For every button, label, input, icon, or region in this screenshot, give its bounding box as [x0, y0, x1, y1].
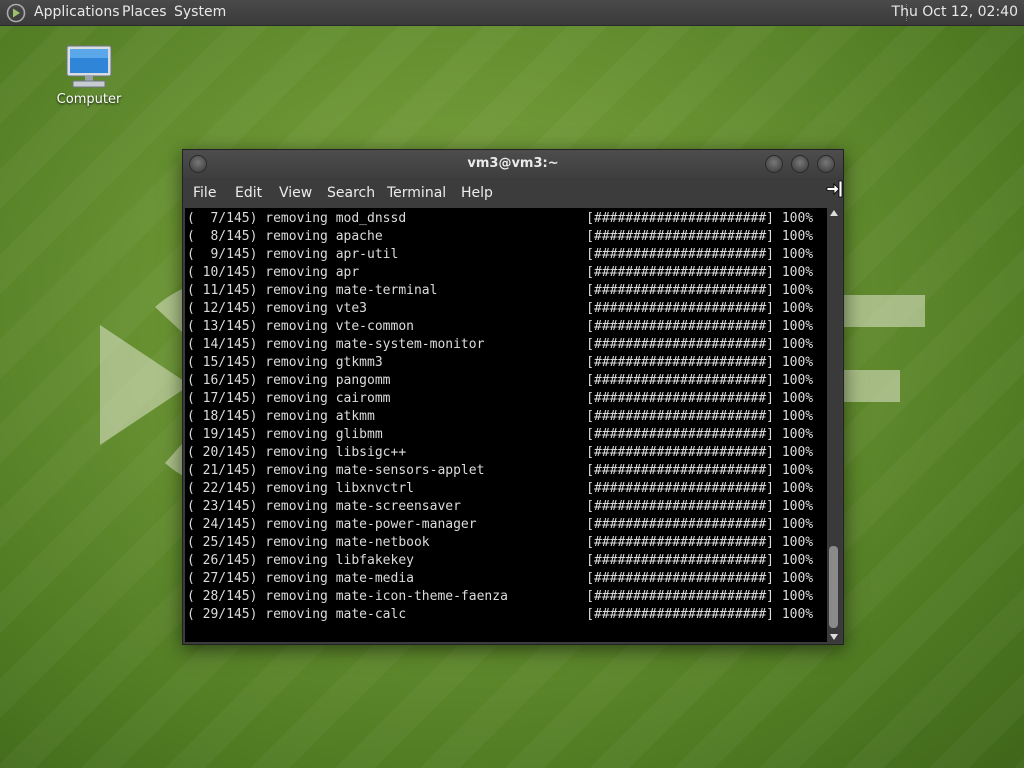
terminal-scrollbar[interactable] — [827, 208, 841, 642]
terminal-line: ( 21/145) removing mate-sensors-applet [… — [187, 463, 814, 478]
terminal-line: ( 23/145) removing mate-screensaver [###… — [187, 499, 814, 514]
window-titlebar[interactable]: vm3@vm3:~ — [183, 150, 843, 178]
close-button[interactable] — [817, 155, 835, 173]
computer-icon — [66, 45, 112, 88]
window-title: vm3@vm3:~ — [467, 156, 559, 171]
terminal-line: ( 18/145) removing atkmm [##############… — [187, 409, 814, 424]
desktop-icon-label: Computer — [56, 92, 122, 107]
terminal-line: ( 28/145) removing mate-icon-theme-faenz… — [187, 589, 814, 604]
mouse-pointer-icon — [826, 180, 843, 198]
top-panel: Applications Places System Thu Oct 12, 0… — [0, 0, 1024, 26]
terminal-line: ( 22/145) removing libxnvctrl [#########… — [187, 481, 814, 496]
terminal-line: ( 13/145) removing vte-common [#########… — [187, 319, 814, 334]
terminal-line: ( 12/145) removing vte3 [###############… — [187, 301, 814, 316]
desktop-icon-computer[interactable]: Computer — [54, 44, 124, 107]
terminal-line: ( 17/145) removing cairomm [############… — [187, 391, 814, 406]
terminal-line: ( 16/145) removing pangomm [############… — [187, 373, 814, 388]
terminal-line: ( 15/145) removing gtkmm3 [#############… — [187, 355, 814, 370]
terminal-line: ( 27/145) removing mate-media [#########… — [187, 571, 814, 586]
terminal-line: ( 26/145) removing libfakekey [#########… — [187, 553, 814, 568]
scroll-down-arrow-icon[interactable] — [830, 634, 838, 640]
terminal-line: ( 9/145) removing apr-util [############… — [187, 247, 814, 262]
terminal-line: ( 7/145) removing mod_dnssd [###########… — [187, 211, 814, 226]
menu-search[interactable]: Search — [327, 178, 375, 208]
terminal-menubar: File Edit View Search Terminal Help — [183, 178, 843, 208]
terminal-line: ( 24/145) removing mate-power-manager [#… — [187, 517, 814, 532]
terminal-line: ( 19/145) removing glibmm [#############… — [187, 427, 814, 442]
menu-view[interactable]: View — [279, 178, 312, 208]
menu-terminal[interactable]: Terminal — [387, 178, 446, 208]
menu-file[interactable]: File — [193, 178, 216, 208]
applications-menu[interactable]: Applications — [34, 0, 120, 25]
terminal-line: ( 14/145) removing mate-system-monitor [… — [187, 337, 814, 352]
system-menu[interactable]: System — [174, 0, 226, 25]
terminal-line: ( 29/145) removing mate-calc [##########… — [187, 607, 814, 622]
window-menu-button[interactable] — [189, 155, 207, 173]
menu-edit[interactable]: Edit — [235, 178, 262, 208]
clock[interactable]: Thu Oct 12, 02:40 — [892, 0, 1018, 25]
places-menu[interactable]: Places — [122, 0, 167, 25]
mate-menu-icon[interactable] — [6, 3, 26, 23]
terminal-line: ( 11/145) removing mate-terminal [######… — [187, 283, 814, 298]
scrollbar-thumb[interactable] — [829, 546, 838, 628]
terminal-output[interactable]: ( 7/145) removing mod_dnssd [###########… — [185, 208, 827, 642]
scroll-up-arrow-icon[interactable] — [830, 210, 838, 216]
terminal-line: ( 10/145) removing apr [################… — [187, 265, 814, 280]
terminal-line: ( 25/145) removing mate-netbook [#######… — [187, 535, 814, 550]
terminal-line: ( 8/145) removing apache [##############… — [187, 229, 814, 244]
terminal-line: ( 20/145) removing libsigc++ [##########… — [187, 445, 814, 460]
menu-help[interactable]: Help — [461, 178, 493, 208]
minimize-button[interactable] — [765, 155, 783, 173]
maximize-button[interactable] — [791, 155, 809, 173]
terminal-window: vm3@vm3:~ File Edit View Search Terminal… — [182, 149, 844, 645]
